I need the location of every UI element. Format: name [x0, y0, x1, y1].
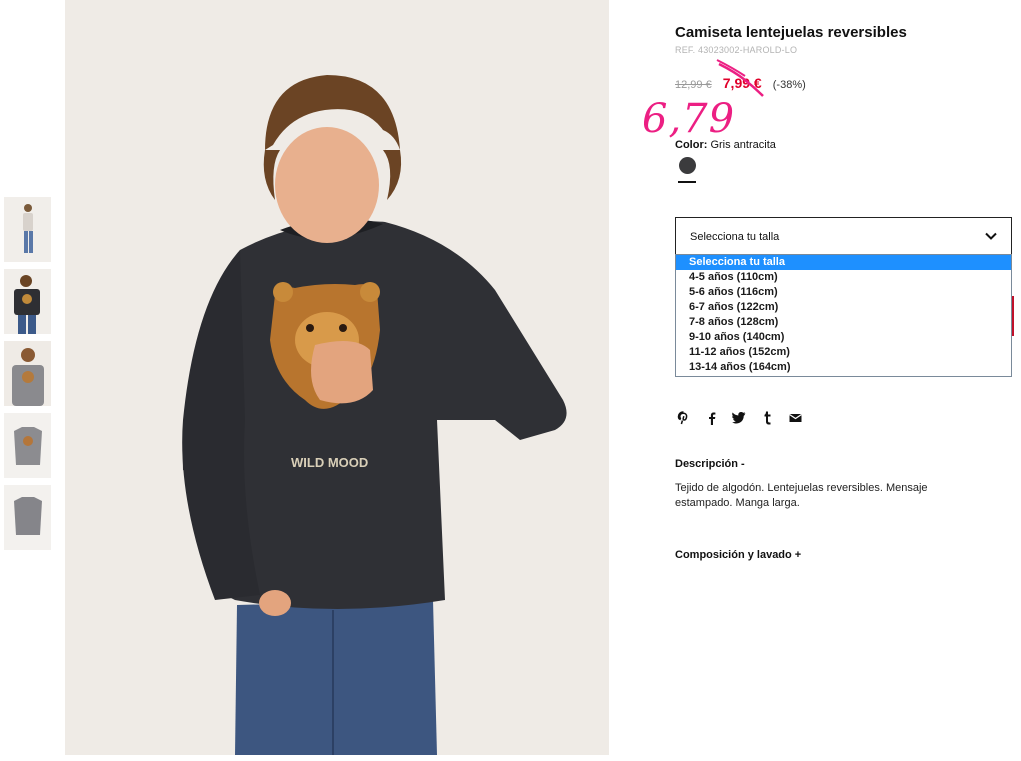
size-option[interactable]: 9-10 años (140cm) [676, 330, 1011, 345]
discount-badge: (-38%) [772, 79, 806, 91]
chevron-down-icon [985, 229, 997, 247]
color-info: Color: Gris antracita [675, 139, 776, 151]
size-select[interactable]: Selecciona tu talla [675, 217, 1012, 255]
swatch-selected-indicator [678, 181, 696, 183]
product-reference: REF. 43023002-HAROLD-LO [675, 45, 798, 55]
email-icon[interactable] [787, 410, 803, 426]
size-option[interactable]: 11-12 años (152cm) [676, 345, 1011, 360]
add-to-cart-button-edge[interactable] [1012, 296, 1014, 336]
thumbnail-2[interactable] [4, 269, 51, 334]
shirt-print-text: WILD MOOD [291, 455, 368, 470]
pinterest-icon[interactable] [675, 410, 691, 426]
composition-toggle[interactable]: Composición y lavado + [675, 549, 801, 561]
size-option[interactable]: 13-14 años (164cm) [676, 360, 1011, 375]
color-label: Color: [675, 139, 708, 151]
product-main-image[interactable]: WILD MOOD [65, 0, 609, 755]
share-icons [675, 410, 803, 426]
thumbnail-5[interactable] [4, 485, 51, 550]
product-title: Camiseta lentejuelas reversibles [675, 24, 907, 41]
description-text: Tejido de algodón. Lentejuelas reversibl… [675, 482, 928, 509]
size-option[interactable]: 7-8 años (128cm) [676, 315, 1011, 330]
thumbnail-3[interactable] [4, 341, 51, 406]
color-swatch-anthracite[interactable] [679, 157, 696, 174]
thumbnail-4[interactable] [4, 413, 51, 478]
thumbnail-gallery [4, 197, 51, 557]
twitter-icon[interactable] [731, 410, 747, 426]
tumblr-icon[interactable] [759, 410, 775, 426]
size-option[interactable]: Selecciona tu talla [676, 255, 1011, 270]
size-dropdown-list: Selecciona tu talla 4-5 años (110cm) 5-6… [675, 254, 1012, 377]
size-option[interactable]: 4-5 años (110cm) [676, 270, 1011, 285]
size-select-label: Selecciona tu talla [690, 231, 780, 243]
size-option[interactable]: 5-6 años (116cm) [676, 285, 1011, 300]
price-strike-annotation [716, 59, 764, 97]
thumbnail-1[interactable] [4, 197, 51, 262]
size-option[interactable]: 6-7 años (122cm) [676, 300, 1011, 315]
handwritten-price-annotation: 6,79 [642, 96, 736, 142]
old-price: 12,99 € [675, 79, 712, 91]
color-value: Gris antracita [710, 139, 776, 151]
boy-wearing-shirt-illustration: WILD MOOD [65, 0, 609, 755]
description-toggle[interactable]: Descripción - [675, 458, 745, 470]
facebook-icon[interactable] [703, 410, 719, 426]
